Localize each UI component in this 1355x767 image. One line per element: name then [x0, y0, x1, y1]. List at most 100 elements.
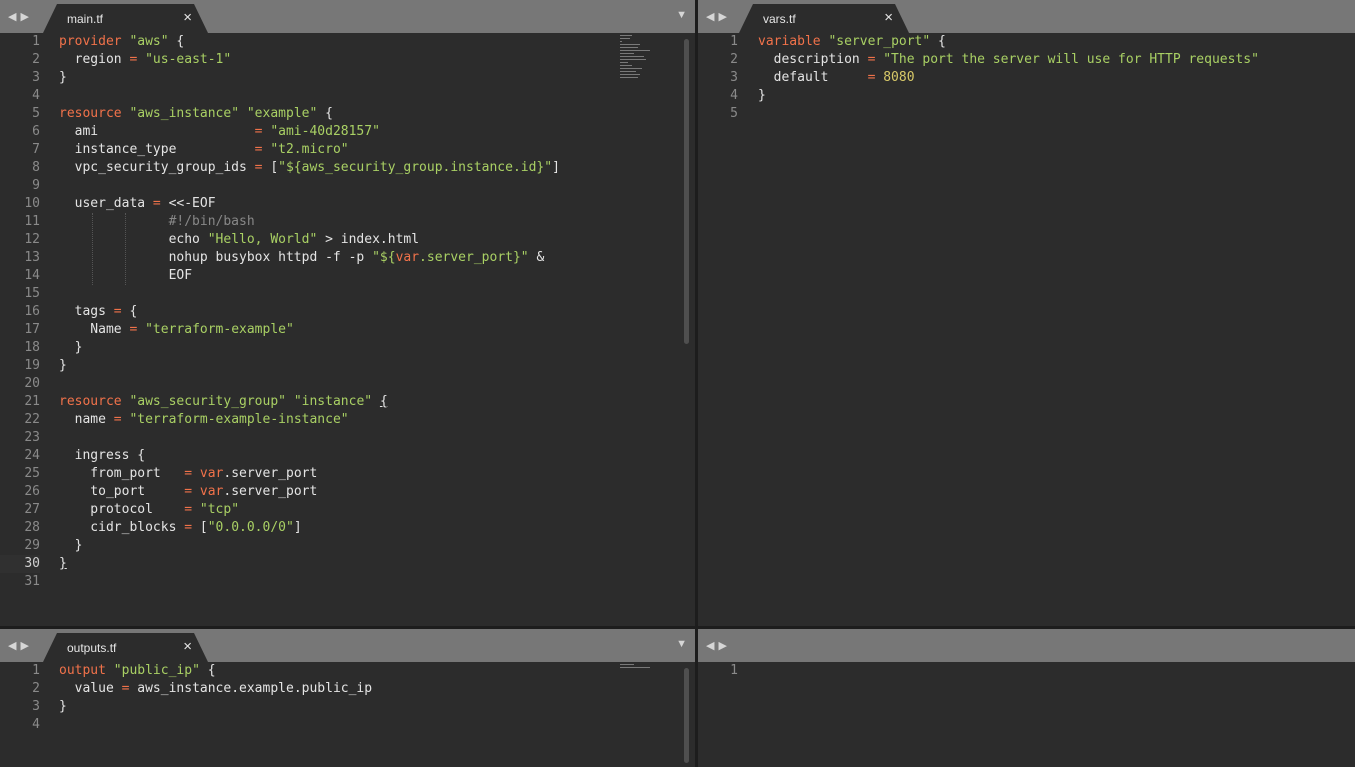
code-token: }: [758, 88, 766, 103]
pane-divider-horizontal[interactable]: [0, 626, 1355, 629]
tab-outputs-tf[interactable]: outputs.tf ×: [43, 633, 208, 662]
tab-bar: ◀▶ vars.tf ×: [698, 0, 1355, 33]
code-line[interactable]: protocol = "tcp": [59, 501, 560, 519]
code-token: =: [113, 412, 122, 427]
tab-dropdown-icon[interactable]: ▼: [676, 9, 687, 21]
code-line[interactable]: #!/bin/bash: [59, 213, 560, 231]
code-line[interactable]: resource "aws_instance" "example" {: [59, 105, 560, 123]
line-number: 30: [0, 555, 40, 573]
code-editor-main[interactable]: 1 2 3 4 5 6 7 8 9 10 11 12 13 14 15 16 17 18 19 20 21 22 23 24 2…: [0, 33, 695, 626]
code-line[interactable]: default = 8080: [758, 69, 1259, 87]
code-line[interactable]: }: [59, 698, 372, 716]
code-line[interactable]: user_data = <<-EOF: [59, 195, 560, 213]
code-line[interactable]: [59, 285, 560, 303]
code-line[interactable]: }: [59, 555, 560, 573]
code-token: "terraform-example": [145, 322, 294, 337]
pane-divider-vertical[interactable]: [695, 0, 698, 767]
code-line[interactable]: [59, 87, 560, 105]
code-line[interactable]: description = "The port the server will …: [758, 51, 1259, 69]
code-line[interactable]: name = "terraform-example-instance": [59, 411, 560, 429]
code-line[interactable]: [758, 105, 1259, 123]
code-token: Name: [59, 322, 130, 337]
nav-left-icon[interactable]: ◀: [706, 640, 718, 652]
code-line[interactable]: ingress {: [59, 447, 560, 465]
editor-pane-empty: ◀▶ 1: [698, 629, 1355, 767]
code-line[interactable]: to_port = var.server_port: [59, 483, 560, 501]
code-line[interactable]: [59, 375, 560, 393]
minimap[interactable]: [620, 35, 650, 105]
nav-right-icon[interactable]: ▶: [20, 640, 32, 652]
code-line[interactable]: }: [59, 69, 560, 87]
code-line[interactable]: cidr_blocks = ["0.0.0.0/0"]: [59, 519, 560, 537]
code-line[interactable]: [59, 429, 560, 447]
vertical-scrollbar[interactable]: [684, 668, 689, 763]
line-number: 27: [0, 501, 40, 519]
code-editor-outputs[interactable]: 1234 output "public_ip" { value = aws_in…: [0, 662, 695, 767]
code-editor-vars[interactable]: 12345 variable "server_port" { descripti…: [698, 33, 1355, 626]
code-line[interactable]: variable "server_port" {: [758, 33, 1259, 51]
line-number: 26: [0, 483, 40, 501]
tab-label: main.tf: [67, 12, 104, 26]
code-line[interactable]: resource "aws_security_group" "instance"…: [59, 393, 560, 411]
nav-right-icon[interactable]: ▶: [718, 640, 730, 652]
close-tab-icon[interactable]: ×: [183, 9, 192, 26]
code-line[interactable]: ami = "ami-40d28157": [59, 123, 560, 141]
line-number: 15: [24, 286, 40, 301]
code-line[interactable]: tags = {: [59, 303, 560, 321]
nav-left-icon[interactable]: ◀: [8, 11, 20, 23]
nav-right-icon[interactable]: ▶: [20, 11, 32, 23]
vertical-scrollbar[interactable]: [684, 39, 689, 344]
line-number: 1: [0, 662, 40, 680]
code-token: =: [254, 142, 263, 157]
code-line[interactable]: provider "aws" {: [59, 33, 560, 51]
nav-right-icon[interactable]: ▶: [718, 11, 730, 23]
code-line[interactable]: [59, 177, 560, 195]
code-line[interactable]: }: [59, 357, 560, 375]
code-line[interactable]: [59, 716, 372, 734]
code-line[interactable]: }: [758, 87, 1259, 105]
code-token: }: [59, 538, 83, 553]
nav-left-icon[interactable]: ◀: [706, 11, 718, 23]
code-line[interactable]: from_port = var.server_port: [59, 465, 560, 483]
tab-main-tf[interactable]: main.tf ×: [43, 4, 208, 33]
tab-vars-tf[interactable]: vars.tf ×: [739, 4, 909, 33]
code-text[interactable]: output "public_ip" { value = aws_instanc…: [59, 662, 372, 734]
code-line[interactable]: region = "us-east-1": [59, 51, 560, 69]
line-number-gutter: 1234: [0, 662, 40, 734]
line-number: 3: [0, 698, 40, 716]
line-number-gutter: 1: [698, 662, 738, 680]
minimap[interactable]: [620, 664, 650, 674]
code-token: vpc_security_group_ids: [59, 160, 255, 175]
code-token: #!/bin/bash: [59, 214, 255, 229]
nav-left-icon[interactable]: ◀: [8, 640, 20, 652]
code-token: cidr_blocks: [59, 520, 185, 535]
tab-nav-arrows: ◀▶: [8, 10, 33, 23]
code-line[interactable]: }: [59, 339, 560, 357]
code-text[interactable]: variable "server_port" { description = "…: [758, 33, 1259, 123]
code-line[interactable]: nohup busybox httpd -f -p "${var.server_…: [59, 249, 560, 267]
code-text[interactable]: provider "aws" { region = "us-east-1"} r…: [59, 33, 560, 591]
code-line[interactable]: vpc_security_group_ids = ["${aws_securit…: [59, 159, 560, 177]
code-line[interactable]: echo "Hello, World" > index.html: [59, 231, 560, 249]
line-number-gutter: 1 2 3 4 5 6 7 8 9 10 11 12 13 14 15 16 17 18 19 20 21 22 23 24 2…: [0, 33, 40, 591]
code-line[interactable]: }: [59, 537, 560, 555]
code-line[interactable]: instance_type = "t2.micro": [59, 141, 560, 159]
code-editor-empty[interactable]: 1: [698, 662, 1355, 767]
code-token: "tcp": [199, 502, 240, 517]
close-tab-icon[interactable]: ×: [183, 638, 192, 655]
code-line[interactable]: EOF: [59, 267, 560, 285]
editor-pane-main: ◀▶ main.tf × ▼ 1 2 3 4 5 6 7 8 9 10 11 12 13 14 15 16 17…: [0, 0, 695, 626]
code-line[interactable]: [59, 573, 560, 591]
code-line[interactable]: value = aws_instance.example.public_ip: [59, 680, 372, 698]
code-line[interactable]: output "public_ip" {: [59, 662, 372, 680]
code-token: "Hello, World": [207, 232, 318, 247]
code-token: {: [317, 106, 333, 121]
code-line[interactable]: Name = "terraform-example": [59, 321, 560, 339]
close-tab-icon[interactable]: ×: [884, 9, 893, 26]
code-token: [: [192, 520, 208, 535]
line-number: 22: [0, 411, 40, 429]
tab-dropdown-icon[interactable]: ▼: [676, 638, 687, 650]
code-token: {: [379, 394, 388, 409]
